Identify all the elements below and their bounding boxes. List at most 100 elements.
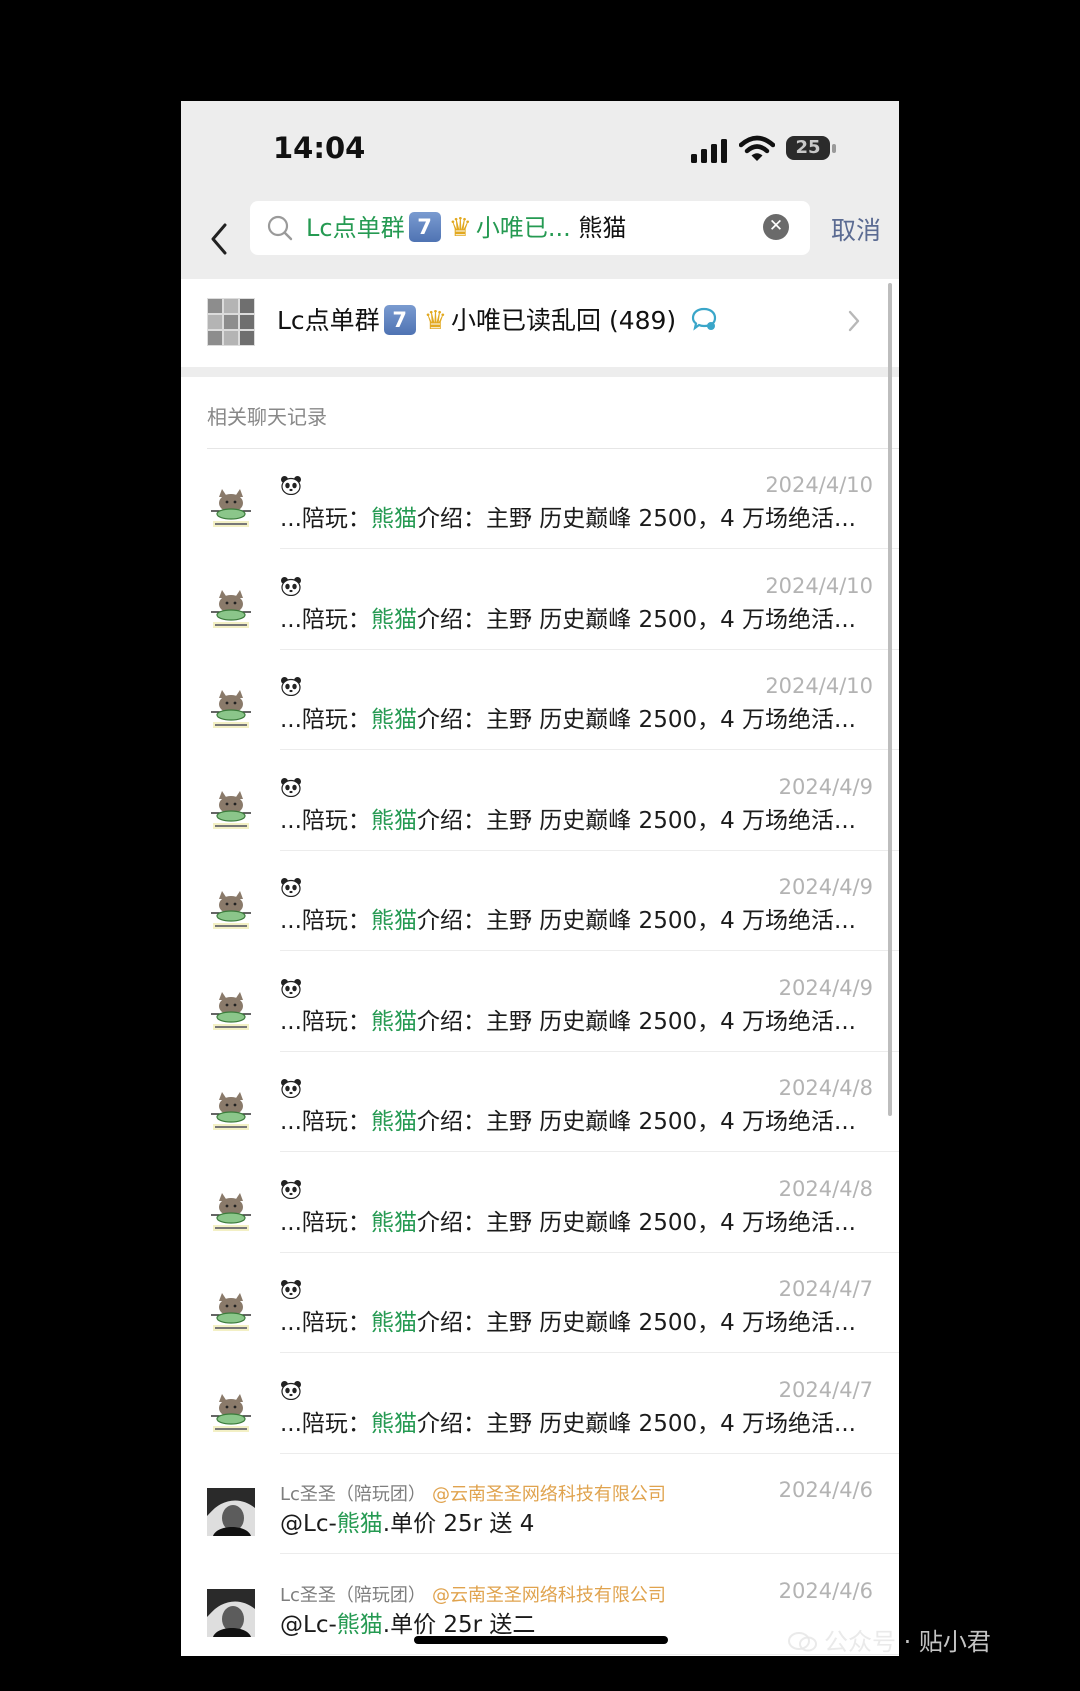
- search-query-group: Lc点单群: [306, 214, 405, 242]
- panda-icon: [281, 978, 301, 998]
- message-result[interactable]: 2024/4/7 ...陪玩：熊猫介绍：主野 历史巅峰 2500，4 万场绝活..…: [181, 1354, 899, 1454]
- wechat-logo-icon: [788, 1632, 817, 1652]
- snippet-text: ...陪玩：: [280, 1310, 371, 1336]
- search-input[interactable]: Lc点单群 7 ♛ 小唯已... 熊猫: [250, 201, 810, 255]
- message-sender: [280, 475, 302, 497]
- avatar: [207, 684, 255, 732]
- search-query-mid: 小唯已...: [475, 214, 571, 242]
- message-result[interactable]: Lc圣圣（陪玩团） @云南圣圣网络科技有限公司 2024/4/6 @Lc-熊猫.单价 …: [181, 1454, 899, 1554]
- message-snippet: ...陪玩：熊猫介绍：主野 历史巅峰 2500，4 万场绝活...: [280, 499, 880, 533]
- highlighted-keyword: 熊猫: [370, 1109, 417, 1135]
- message-sender: Lc圣圣（陪玩团） @云南圣圣网络科技有限公司: [280, 1581, 666, 1607]
- panda-icon: [281, 1079, 301, 1098]
- message-result[interactable]: 2024/4/10 ...陪玩：熊猫介绍：主野 历史巅峰 2500，4 万场绝活.…: [181, 650, 899, 750]
- panda-icon: [281, 476, 301, 495]
- message-snippet: ...陪玩：熊猫介绍：主野 历史巅峰 2500，4 万场绝活...: [280, 600, 880, 634]
- back-arrow-icon[interactable]: [205, 221, 235, 257]
- message-result[interactable]: 2024/4/9 ...陪玩：熊猫介绍：主野 历史巅峰 2500，4 万场绝活..…: [181, 851, 899, 951]
- avatar: [207, 483, 255, 531]
- message-result[interactable]: 2024/4/10 ...陪玩：熊猫介绍：主野 历史巅峰 2500，4 万场绝活.…: [181, 449, 899, 549]
- battery-level: 25: [795, 137, 821, 158]
- message-result[interactable]: 2024/4/7 ...陪玩：熊猫介绍：主野 历史巅峰 2500，4 万场绝活..…: [181, 1253, 899, 1353]
- message-sender: [280, 1179, 302, 1201]
- highlighted-keyword: 熊猫: [370, 807, 417, 834]
- message-snippet: ...陪玩：熊猫介绍：主野 历史巅峰 2500，4 万场绝活...: [280, 901, 880, 935]
- panda-icon: [281, 677, 301, 696]
- message-result[interactable]: 2024/4/9 ...陪玩：熊猫介绍：主野 历史巅峰 2500，4 万场绝活..…: [181, 751, 899, 851]
- avatar: [207, 985, 255, 1034]
- message-date: 2024/4/7: [778, 1377, 873, 1402]
- panda-icon: [281, 777, 301, 797]
- status-bar: 14:04 25: [181, 101, 899, 197]
- chat-bubble-icon: [692, 307, 717, 331]
- message-result[interactable]: 2024/4/10 ...陪玩：熊猫介绍：主野 历史巅峰 2500，4 万场绝活.…: [181, 550, 899, 650]
- message-snippet: ...陪玩：熊猫介绍：主野 历史巅峰 2500，4 万场绝活...: [280, 1002, 880, 1036]
- cancel-button[interactable]: 取消: [831, 211, 881, 247]
- snippet-text: ...陪玩：: [280, 807, 371, 834]
- snippet-text: .单价 25r 送 4: [382, 1511, 535, 1537]
- highlighted-keyword: 熊猫: [370, 1209, 417, 1236]
- message-sender: [280, 676, 302, 698]
- message-snippet: ...陪玩：熊猫介绍：主野 历史巅峰 2500，4 万场绝活...: [280, 1203, 880, 1237]
- message-date: 2024/4/8: [778, 1076, 873, 1100]
- highlighted-keyword: 熊猫: [370, 606, 417, 633]
- panda-icon: [281, 1280, 301, 1299]
- snippet-text: ...陪玩：: [280, 1008, 371, 1035]
- section-title: 相关聊天记录: [207, 405, 327, 429]
- clear-search-button[interactable]: ✕: [763, 214, 789, 240]
- message-sender: [280, 1078, 302, 1100]
- sender-company: @云南圣圣网络科技有限公司: [431, 1584, 666, 1606]
- message-date: 2024/4/10: [765, 473, 873, 497]
- group-name-suffix: 小唯已读乱回 (489): [451, 306, 677, 335]
- message-date: 2024/4/10: [765, 573, 873, 598]
- group-avatar: [207, 298, 255, 346]
- message-result[interactable]: 2024/4/8 ...陪玩：熊猫介绍：主野 历史巅峰 2500，4 万场绝活..…: [181, 1153, 899, 1253]
- message-date: 2024/4/7: [778, 1277, 873, 1301]
- snippet-text: ...陪玩：: [280, 606, 371, 633]
- snippet-text: @Lc-: [280, 1511, 337, 1537]
- sender-name: Lc圣圣（陪玩团）: [280, 1584, 426, 1606]
- snippet-text: ...陪玩：: [280, 506, 371, 532]
- message-sender: [280, 978, 302, 1000]
- snippet-text: .单价 25r 送二: [382, 1611, 536, 1638]
- group-chat-result[interactable]: Lc点单群 7 ♛ 小唯已读乱回 (489): [181, 279, 899, 367]
- snippet-text: 介绍：主野 历史巅峰 2500，4 万场绝活...: [416, 1008, 856, 1035]
- message-sender: [280, 1279, 302, 1301]
- group-name-prefix: Lc点单群: [277, 306, 380, 335]
- message-sender: [280, 576, 302, 598]
- snippet-text: ...陪玩：: [280, 707, 371, 733]
- search-query: Lc点单群 7 ♛ 小唯已... 熊猫: [306, 209, 626, 247]
- snippet-text: 介绍：主野 历史巅峰 2500，4 万场绝活...: [416, 606, 856, 633]
- message-snippet: ...陪玩：熊猫介绍：主野 历史巅峰 2500，4 万场绝活...: [280, 801, 880, 835]
- close-icon: ✕: [768, 216, 784, 236]
- message-sender: Lc圣圣（陪玩团） @云南圣圣网络科技有限公司: [280, 1480, 666, 1506]
- message-sender: [280, 777, 302, 799]
- cellular-signal-icon: [691, 139, 727, 163]
- watermark: 公众号 · 贴小君: [788, 1622, 991, 1657]
- snippet-text: 介绍：主野 历史巅峰 2500，4 万场绝活...: [416, 1109, 856, 1135]
- keycap-seven-emoji: 7: [408, 212, 441, 242]
- message-date: 2024/4/8: [778, 1176, 873, 1201]
- avatar: [207, 1186, 255, 1235]
- message-result[interactable]: 2024/4/8 ...陪玩：熊猫介绍：主野 历史巅峰 2500，4 万场绝活..…: [181, 1052, 899, 1152]
- snippet-text: ...陪玩：: [280, 908, 371, 934]
- message-sender: [280, 877, 302, 899]
- snippet-text: ...陪玩：: [280, 1109, 371, 1135]
- message-date: 2024/4/9: [778, 875, 873, 899]
- avatar: [207, 1387, 255, 1436]
- sender-company: @云南圣圣网络科技有限公司: [431, 1484, 666, 1505]
- message-date: 2024/4/9: [778, 975, 873, 1000]
- panda-icon: [281, 576, 301, 596]
- avatar: [207, 1488, 255, 1536]
- highlighted-keyword: 熊猫: [370, 506, 417, 532]
- message-result[interactable]: 2024/4/9 ...陪玩：熊猫介绍：主野 历史巅峰 2500，4 万场绝活..…: [181, 952, 899, 1052]
- home-indicator[interactable]: [414, 1636, 668, 1644]
- group-chat-name: Lc点单群 7 ♛ 小唯已读乱回 (489): [277, 301, 718, 341]
- highlighted-keyword: 熊猫: [370, 908, 417, 934]
- battery-icon: 25: [786, 136, 838, 162]
- message-date: 2024/4/6: [778, 1578, 873, 1603]
- highlighted-keyword: 熊猫: [370, 1410, 417, 1437]
- scrollbar[interactable]: [888, 283, 892, 1116]
- avatar: [207, 885, 255, 933]
- snippet-text: 介绍：主野 历史巅峰 2500，4 万场绝活...: [416, 1209, 856, 1236]
